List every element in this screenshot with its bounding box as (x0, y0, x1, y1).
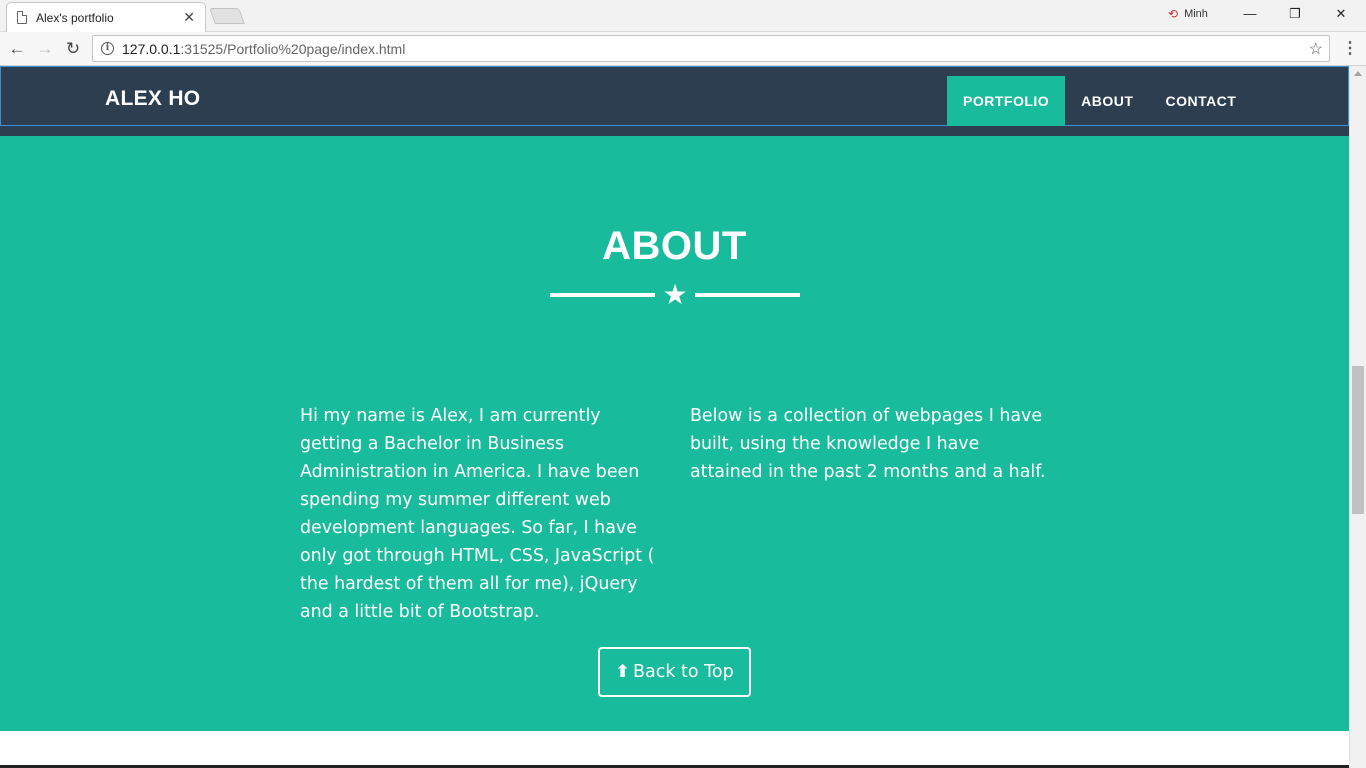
divider-line-right (695, 293, 800, 297)
restore-button[interactable]: ❐ (1281, 4, 1309, 24)
profile-sync-icon: ⟲ (1168, 7, 1179, 21)
site-navbar: ALEX HO PORTFOLIO ABOUT CONTACT (0, 66, 1349, 126)
navbar-bottom-strip (0, 126, 1349, 136)
nav-link-portfolio[interactable]: PORTFOLIO (947, 76, 1066, 126)
nav-link-about[interactable]: ABOUT (1065, 76, 1149, 126)
forward-button[interactable]: → (34, 38, 56, 60)
browser-tab[interactable]: Alex's portfolio ✕ (6, 2, 206, 32)
page-viewport: ALEX HO PORTFOLIO ABOUT CONTACT ABOUT ★ … (0, 66, 1349, 768)
tab-close-icon[interactable]: ✕ (183, 9, 195, 26)
nav-links: PORTFOLIO ABOUT CONTACT (947, 76, 1252, 126)
tab-title: Alex's portfolio (36, 10, 114, 25)
browser-toolbar: ← → ↻ i 127.0.0.1 :31525/Portfolio%20pag… (0, 32, 1366, 66)
about-section: ABOUT ★ Hi my name is Alex, I am current… (0, 136, 1349, 731)
star-icon: ★ (662, 279, 688, 310)
close-window-button[interactable]: ✕ (1327, 4, 1355, 24)
star-divider: ★ (550, 279, 800, 310)
back-to-top-label: Back to Top (632, 662, 734, 682)
url-path: :31525/Portfolio%20page/index.html (180, 40, 406, 57)
back-button[interactable]: ← (6, 38, 28, 60)
url-host: 127.0.0.1 (122, 40, 181, 57)
divider-line-left (550, 293, 655, 297)
site-brand[interactable]: ALEX HO (105, 87, 200, 111)
address-bar[interactable]: i 127.0.0.1 :31525/Portfolio%20page/inde… (92, 35, 1330, 62)
info-icon[interactable]: i (101, 42, 114, 55)
scrollbar-thumb[interactable] (1352, 366, 1364, 514)
bookmark-star-icon[interactable]: ☆ (1309, 39, 1323, 59)
page-scrollbar[interactable] (1349, 66, 1366, 768)
new-tab-button[interactable] (209, 8, 245, 24)
nav-link-contact[interactable]: CONTACT (1149, 76, 1252, 126)
profile-name: Minh (1184, 8, 1208, 20)
minimize-button[interactable]: — (1236, 4, 1264, 24)
back-to-top-button[interactable]: ⬆ Back to Top (598, 647, 751, 697)
browser-tab-bar: Alex's portfolio ✕ ⟲ Minh — ❐ ✕ (0, 0, 1366, 32)
arrow-up-icon: ⬆ (615, 662, 630, 682)
scroll-up-arrow-icon[interactable] (1354, 71, 1362, 76)
browser-menu-icon[interactable]: ⋮ (1342, 38, 1358, 58)
about-text-left: Hi my name is Alex, I am currently getti… (300, 406, 655, 622)
page-icon (17, 11, 27, 24)
reload-button[interactable]: ↻ (62, 38, 84, 60)
profile-button[interactable]: ⟲ Minh (1168, 7, 1208, 21)
about-heading: ABOUT (602, 224, 747, 268)
about-text-right: Below is a collection of webpages I have… (690, 406, 1046, 482)
